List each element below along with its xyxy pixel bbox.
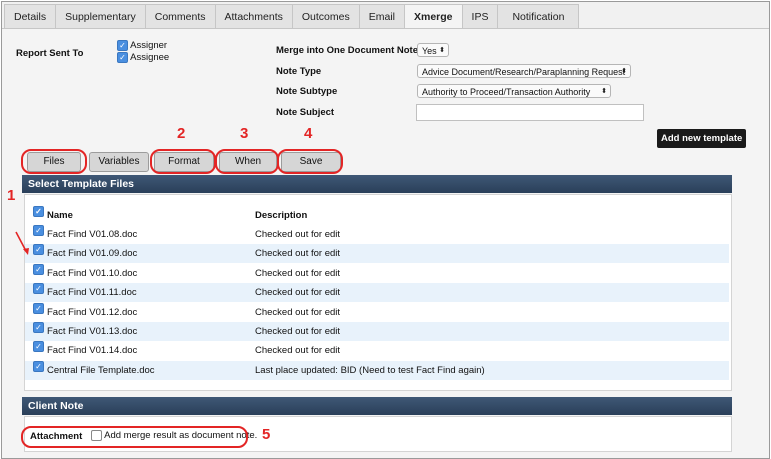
table-row[interactable]: ✓ Fact Find V01.09.doc Checked out for edi… (25, 244, 729, 264)
table-row[interactable]: ✓ Fact Find V01.11.doc Checked out for edi… (25, 283, 729, 303)
template-file-name: Fact Find V01.12.doc (47, 306, 138, 318)
xmerge-panel: Report Sent To ✓ Assigner ✓ Assignee Mer… (2, 28, 769, 458)
template-file-description: Checked out for edit (255, 229, 341, 240)
table-row[interactable]: ✓ Fact Find V01.10.doc Checked out for edi… (25, 263, 729, 283)
template-file-name: Central File Template.doc (47, 364, 155, 376)
row-checkbox[interactable]: ✓ (33, 341, 44, 353)
tab-outcomes[interactable]: Outcomes (292, 4, 360, 30)
template-file-description: Checked out for edit (255, 345, 341, 357)
template-file-name: Fact Find V01.08.doc (47, 229, 138, 240)
report-sent-to-label: Report Sent To (16, 48, 84, 59)
tab-bar: Details Supplementary Comments Attachmen… (4, 4, 580, 30)
tab-xmerge[interactable]: Xmerge (405, 4, 463, 30)
attachment-highlight-ring (21, 426, 248, 448)
row-checkbox[interactable]: ✓ (33, 322, 44, 333)
annotation-number-5: 5 (262, 426, 271, 443)
template-file-name: Fact Find V01.10.doc (47, 267, 138, 279)
column-header-description: Description (255, 210, 308, 221)
assignee-label: Assignee (130, 52, 170, 64)
row-checkbox[interactable]: ✓ (33, 302, 44, 314)
table-row[interactable]: ✓ Fact Find V01.08.doc Checked out for edi… (25, 225, 729, 244)
template-file-description: Checked out for edit (255, 306, 341, 318)
tab-email[interactable]: Email (359, 4, 405, 30)
select-arrows-icon: ⬍ (621, 68, 627, 75)
note-type-value: Advice Document/Research/Paraplanning Re… (422, 67, 626, 77)
merge-label: Merge into One Document Note (276, 45, 418, 56)
assigner-label: Assigner (130, 40, 168, 52)
template-section-header: Select Template Files (22, 175, 732, 193)
tab-details[interactable]: Details (4, 4, 57, 30)
table-row[interactable]: ✓ Fact Find V01.12.doc Checked out for edi… (25, 302, 729, 322)
row-checkbox[interactable]: ✓ (33, 360, 44, 372)
format-highlight-ring (150, 149, 216, 174)
variables-button[interactable]: Variables (89, 152, 149, 172)
note-type-select[interactable]: Advice Document/Research/Paraplanning Re… (417, 64, 631, 78)
note-subject-label: Note Subject (276, 107, 335, 118)
template-file-description: Checked out for edit (255, 287, 341, 299)
merge-select-value: Yes (422, 46, 437, 56)
table-row[interactable]: ✓ Central File Template.doc Last place upd… (25, 360, 729, 380)
save-highlight-ring (277, 149, 343, 174)
tab-notification[interactable]: Notification (498, 4, 580, 30)
assignee-option[interactable]: ✓ Assignee (117, 52, 169, 63)
when-highlight-ring (215, 149, 279, 174)
note-subtype-value: Authority to Proceed/Transaction Authori… (422, 87, 591, 97)
template-file-description: Checked out for edit (255, 248, 341, 260)
note-subtype-select[interactable]: Authority to Proceed/Transaction Authori… (417, 84, 611, 98)
row-checkbox[interactable]: ✓ (33, 283, 44, 295)
tab-ips[interactable]: IPS (462, 4, 499, 30)
select-arrows-icon: ⬍ (439, 47, 445, 54)
note-subtype-label: Note Subtype (276, 86, 338, 97)
template-file-description: Checked out for edit (255, 326, 341, 337)
note-type-label: Note Type (276, 66, 322, 77)
select-all-checkbox[interactable]: ✓ (33, 206, 44, 217)
template-file-description: Last place updated: BID (Need to test Fa… (255, 364, 485, 376)
column-header-name: Name (47, 210, 73, 221)
table-row[interactable]: ✓ Fact Find V01.13.doc Checked out for edi… (25, 322, 729, 341)
tab-supplementary[interactable]: Supplementary (56, 4, 146, 30)
assignee-checkbox[interactable]: ✓ (117, 52, 128, 63)
table-header-row: ✓ Name Description (25, 206, 729, 225)
annotation-arrow-icon (15, 231, 29, 255)
template-file-name: Fact Find V01.09.doc (47, 248, 138, 260)
row-checkbox[interactable]: ✓ (33, 225, 44, 236)
note-subject-input[interactable] (416, 104, 644, 121)
template-file-name: Fact Find V01.14.doc (47, 345, 138, 357)
add-new-template-button[interactable]: Add new template (657, 129, 747, 148)
assigner-checkbox[interactable]: ✓ (117, 40, 128, 51)
annotation-number-3: 3 (240, 125, 249, 142)
template-file-name: Fact Find V01.11.doc (47, 287, 137, 299)
assigner-option[interactable]: ✓ Assigner (117, 40, 167, 51)
select-arrows-icon: ⬍ (601, 88, 607, 95)
row-checkbox[interactable]: ✓ (33, 244, 44, 256)
client-note-header: Client Note (22, 397, 732, 415)
template-table: ✓ Name Description ✓ Fact Find V01.08.doc… (24, 194, 732, 391)
files-highlight-ring (21, 149, 87, 174)
merge-select[interactable]: Yes ⬍ (417, 43, 449, 57)
annotation-number-4: 4 (304, 125, 313, 142)
tab-attachments[interactable]: Attachments (215, 4, 293, 30)
template-file-name: Fact Find V01.13.doc (47, 326, 138, 337)
annotation-number-2: 2 (177, 125, 186, 142)
table-row[interactable]: ✓ Fact Find V01.14.doc Checked out for edi… (25, 341, 729, 360)
template-file-description: Checked out for edit (255, 267, 341, 279)
annotation-number-1: 1 (7, 187, 16, 204)
tab-comments[interactable]: Comments (145, 4, 216, 30)
row-checkbox[interactable]: ✓ (33, 263, 44, 275)
